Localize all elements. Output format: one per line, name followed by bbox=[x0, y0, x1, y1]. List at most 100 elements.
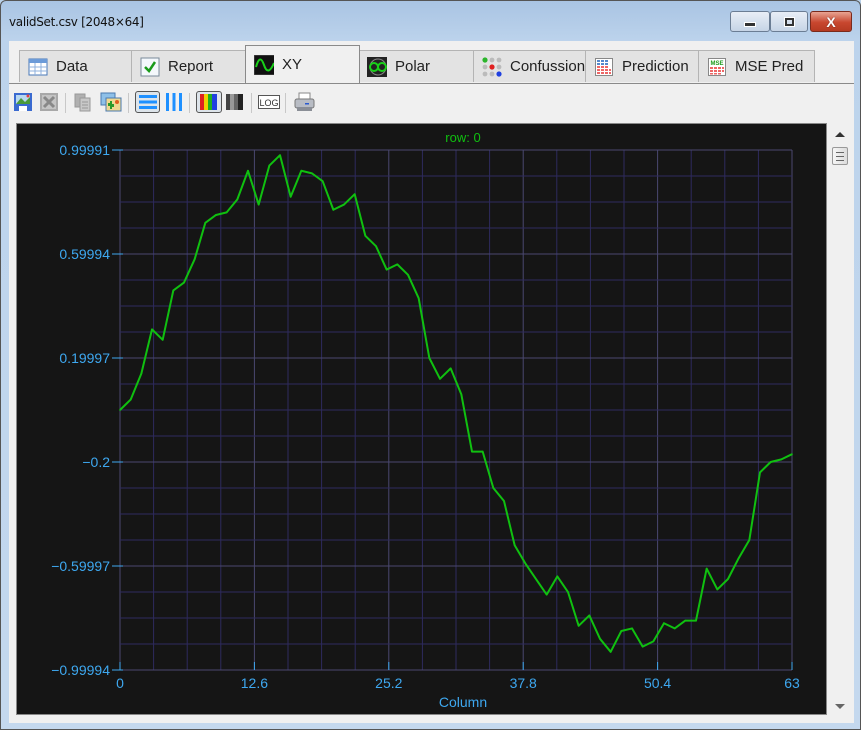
tab-label: MSE Pred bbox=[735, 58, 804, 75]
data-point bbox=[428, 357, 431, 359]
tab-mse-pred[interactable]: MSE MSE Pred bbox=[698, 50, 815, 82]
data-point bbox=[193, 258, 196, 260]
x-tick-label: 63 bbox=[784, 675, 800, 691]
x-tick-label: 0 bbox=[116, 675, 124, 691]
data-point bbox=[407, 273, 409, 276]
data-point bbox=[577, 625, 580, 627]
data-point bbox=[567, 591, 569, 593]
close-button[interactable]: X bbox=[810, 11, 852, 32]
polar-icon bbox=[367, 56, 387, 77]
tab-label: XY bbox=[282, 56, 303, 73]
copy-button[interactable] bbox=[72, 91, 94, 113]
minimize-button[interactable] bbox=[730, 11, 770, 32]
data-point bbox=[151, 328, 153, 331]
data-point bbox=[588, 614, 591, 617]
vertical-scrollbar[interactable] bbox=[831, 123, 849, 715]
maximize-icon bbox=[783, 16, 795, 27]
svg-text:LOG: LOG bbox=[259, 98, 278, 108]
data-point bbox=[385, 268, 388, 271]
grayscale-palette-button[interactable] bbox=[224, 91, 246, 113]
save-image-icon bbox=[14, 93, 32, 111]
data-point bbox=[364, 234, 367, 237]
data-point bbox=[791, 453, 793, 455]
toolbar-separator bbox=[251, 93, 252, 113]
data-point bbox=[204, 221, 207, 224]
copy-image-button[interactable] bbox=[100, 91, 122, 113]
print-button[interactable] bbox=[293, 91, 315, 113]
tab-prediction[interactable]: Prediction bbox=[585, 50, 700, 82]
mse-grid-icon: MSE bbox=[707, 57, 727, 77]
data-point bbox=[737, 557, 740, 560]
data-point bbox=[716, 588, 719, 591]
tab-label: Data bbox=[56, 58, 88, 75]
data-point bbox=[705, 567, 708, 570]
x-tick-label: 25.2 bbox=[375, 675, 402, 691]
data-point bbox=[225, 211, 228, 214]
scroll-down-arrow-icon[interactable] bbox=[835, 704, 845, 709]
scroll-thumb[interactable] bbox=[832, 147, 848, 165]
y-tick-labels: 0.99991 0.59994 0.19997 −0.2 −0.59997 −0.9999… bbox=[51, 142, 110, 678]
tab-confussion[interactable]: Confussion bbox=[473, 50, 587, 82]
data-point bbox=[343, 203, 345, 206]
data-point bbox=[492, 487, 495, 489]
data-point bbox=[215, 214, 217, 216]
toolbar-separator bbox=[285, 93, 286, 113]
tab-data[interactable]: Data bbox=[19, 50, 133, 82]
toolbar: LOG bbox=[9, 87, 854, 117]
tab-label: Prediction bbox=[622, 58, 689, 75]
data-point bbox=[311, 172, 313, 175]
x-axis-label: Column bbox=[439, 694, 487, 710]
data-point bbox=[417, 297, 420, 299]
data-point bbox=[332, 208, 335, 211]
data-point bbox=[140, 372, 143, 375]
data-point bbox=[556, 575, 559, 578]
tab-xy[interactable]: XY bbox=[245, 45, 360, 83]
tab-label: Polar bbox=[395, 58, 431, 75]
dot-matrix-icon bbox=[482, 56, 502, 77]
export-excel-button[interactable] bbox=[38, 91, 60, 113]
xy-chart: row: 0 Column 0.99991 0.59994 0.19997 −0.2 −… bbox=[51, 130, 800, 710]
save-image-button[interactable] bbox=[12, 91, 34, 113]
data-point bbox=[727, 578, 729, 580]
log-scale-button[interactable]: LOG bbox=[258, 91, 280, 113]
y-tick-label: −0.2 bbox=[82, 454, 110, 470]
x-tick-label: 37.8 bbox=[510, 675, 537, 691]
chart-title: row: 0 bbox=[445, 130, 480, 145]
color-palette-button[interactable] bbox=[196, 91, 222, 113]
maximize-button[interactable] bbox=[770, 11, 808, 32]
x-tick-labels: 0 12.6 25.2 37.8 50.4 63 bbox=[116, 675, 800, 691]
tab-report[interactable]: Report bbox=[131, 50, 246, 82]
scroll-up-arrow-icon[interactable] bbox=[835, 132, 845, 137]
data-point bbox=[599, 638, 601, 640]
data-point bbox=[535, 578, 537, 580]
vertical-lines-icon bbox=[166, 93, 182, 111]
data-point bbox=[759, 471, 761, 474]
data-point bbox=[183, 281, 185, 284]
data-point bbox=[460, 393, 463, 396]
data-point bbox=[748, 539, 751, 541]
toolbar-separator bbox=[65, 93, 66, 113]
table-icon bbox=[28, 57, 48, 77]
window-title: validSet.csv [2048×64] bbox=[9, 15, 144, 29]
data-point bbox=[545, 593, 548, 596]
data-point bbox=[524, 562, 527, 565]
data-point bbox=[780, 458, 783, 461]
grid-icon bbox=[594, 57, 614, 77]
app-window: validSet.csv [2048×64] X Data Report XY … bbox=[0, 0, 861, 730]
toolbar-separator bbox=[189, 93, 190, 113]
svg-text:MSE: MSE bbox=[710, 61, 723, 67]
data-point bbox=[161, 338, 164, 341]
x-tick-label: 12.6 bbox=[241, 675, 268, 691]
data-point bbox=[396, 263, 399, 266]
data-point bbox=[172, 289, 175, 292]
client-area: Data Report XY Polar Confussion Predicti… bbox=[9, 41, 854, 723]
data-point bbox=[503, 500, 505, 502]
tab-polar[interactable]: Polar bbox=[358, 50, 475, 82]
copy-icon bbox=[74, 93, 91, 112]
horizontal-lines-button[interactable] bbox=[135, 91, 160, 113]
data-point bbox=[353, 193, 356, 195]
tab-label: Report bbox=[168, 58, 214, 75]
tab-bar: Data Report XY Polar Confussion Predicti… bbox=[9, 41, 854, 84]
data-point bbox=[695, 619, 697, 622]
vertical-lines-button[interactable] bbox=[163, 91, 185, 113]
